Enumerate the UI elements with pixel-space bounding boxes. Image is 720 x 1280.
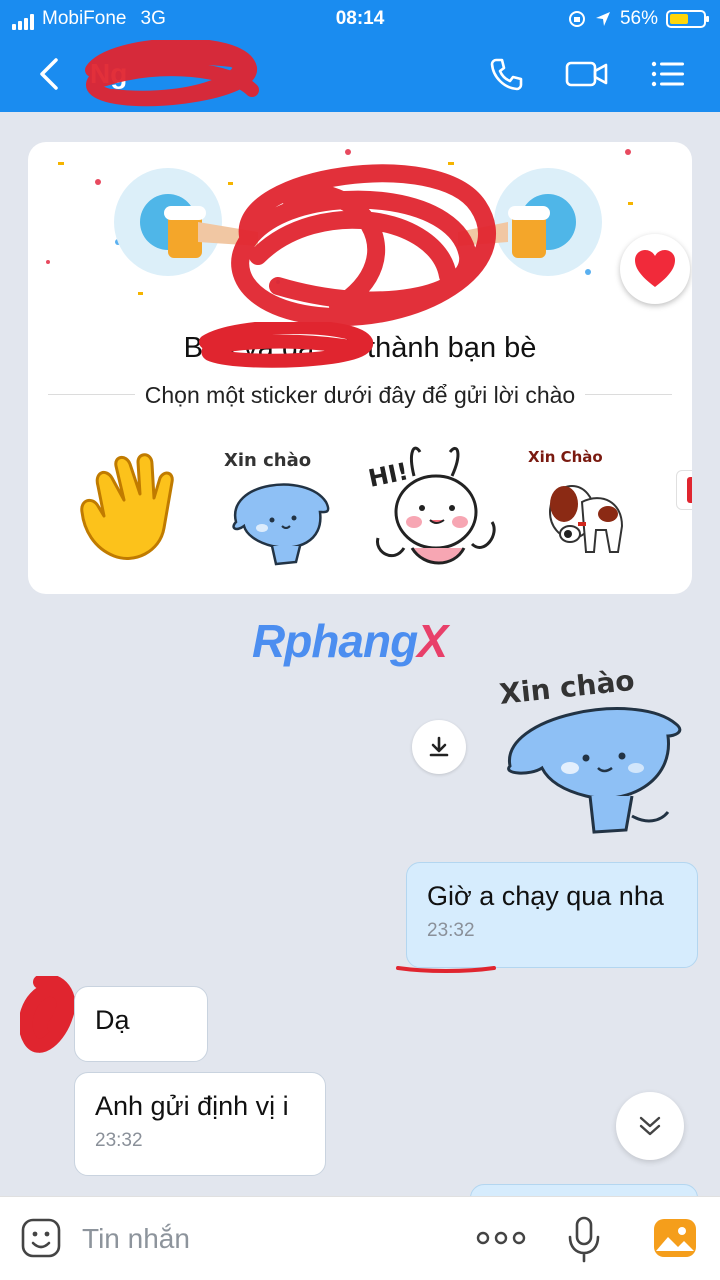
menu-list-icon[interactable] [648,54,688,94]
top-bar: MobiFone 3G 08:14 56% Ng [0,0,720,112]
dog-drawing: Xin Chào [528,448,624,553]
download-icon [429,736,449,757]
heart-button[interactable] [620,234,690,304]
image-gallery-icon[interactable] [652,1217,698,1259]
contact-avatar-redacted [20,976,76,1053]
message-text: Anh gửi định vị i [95,1091,289,1121]
message-input[interactable]: Tin nhắn [82,1223,190,1255]
message-bubble-received[interactable]: Anh gửi định vị i 23:32 [74,1072,326,1176]
redaction-scribble [85,40,259,107]
sticker-caption: Xin Chào [528,448,603,466]
sticker-caption: Xin chào [224,450,311,471]
heart-icon [635,250,675,287]
location-icon [595,12,610,26]
watermark: RphangX [252,614,448,668]
message-time: 23:32 [95,1130,143,1151]
scroll-to-bottom-button[interactable] [616,1092,684,1160]
redaction-underline [396,966,496,973]
hi-bunny-sticker[interactable]: HI! [364,442,496,572]
friend-card-subtitle: Chọn một sticker dưới đây để gửi lời chà… [134,382,586,408]
more-options-icon[interactable] [474,1223,528,1253]
message-bubble-received[interactable]: Dạ [74,986,208,1062]
friend-card-subtitle-wrap: Chọn một sticker dưới đây để gửi lời chà… [28,382,692,409]
video-call-icon[interactable] [564,54,610,94]
battery-percent: 56% [619,8,658,29]
microphone-icon[interactable] [564,1215,604,1263]
orientation-lock-icon [568,11,585,27]
message-time: 23:32 [427,920,475,941]
sent-sticker-message[interactable]: Xin chào [496,656,696,840]
waving-hand-sticker[interactable] [64,442,194,572]
chat-header: Ng [0,40,720,108]
double-chevron-down-icon [639,1116,661,1136]
cat-drawing: Xin chào [498,664,682,834]
composer-bar: Tin nhắn [0,1196,720,1280]
back-arrow-icon[interactable] [30,54,70,94]
cat-drawing: Xin chào [224,450,330,566]
watermark-main: Rphang [252,615,418,667]
message-bubble-sent[interactable]: Giờ a chạy qua nha 23:32 [406,862,698,968]
new-friend-card: Bạn và đã trở thành bạn bè Chọn một stic… [28,142,692,594]
more-stickers-peek[interactable] [676,470,692,510]
battery-icon [666,10,709,28]
phone-icon[interactable] [486,54,526,94]
redaction-scribble [199,322,373,368]
message-text: Dạ [95,1005,130,1035]
sticker-emoji-icon[interactable] [20,1217,62,1259]
sticker-caption: HI! [366,457,411,493]
watermark-tail: X [417,615,448,667]
sticker-caption: Xin chào [498,664,636,711]
download-sticker-button[interactable] [412,720,466,774]
xin-chao-cat-sticker[interactable]: Xin chào [216,442,346,572]
bunny-drawing: HI! [366,446,496,565]
message-text: Giờ a chạy qua nha [427,881,664,911]
status-bar: MobiFone 3G 08:14 56% [0,0,720,38]
xin-chao-dog-sticker[interactable]: Xin Chào [522,442,652,572]
